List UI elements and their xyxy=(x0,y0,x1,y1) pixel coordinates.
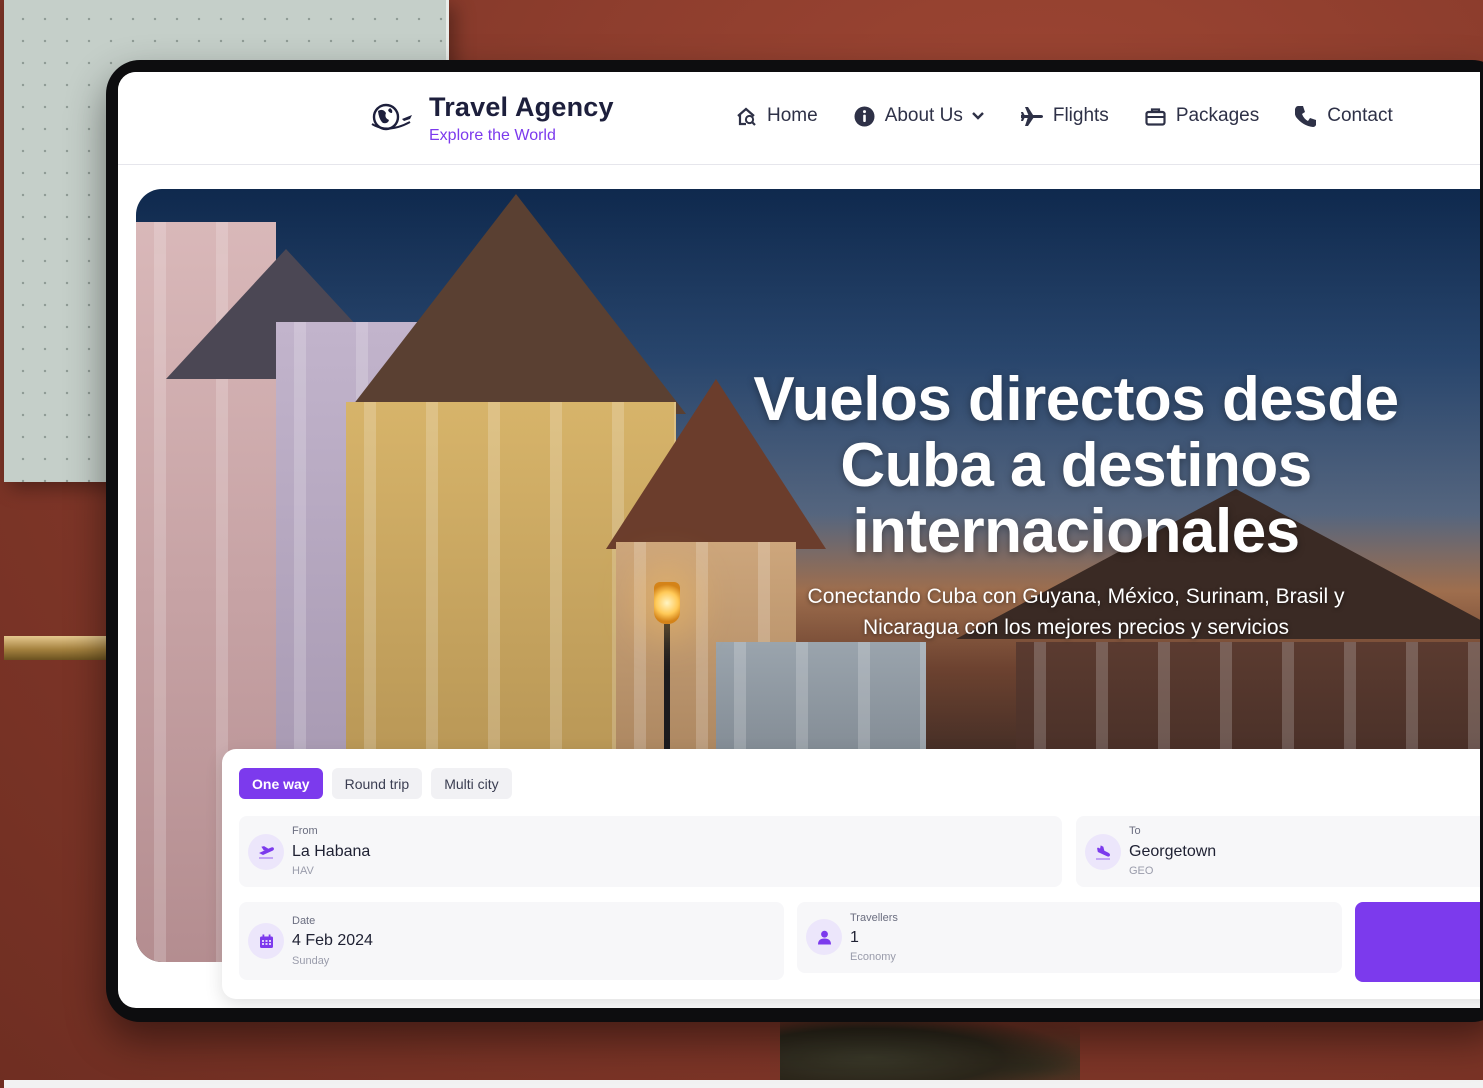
flight-search-card: One way Round trip Multi city From La Ha… xyxy=(222,749,1480,999)
from-code: HAV xyxy=(292,865,314,877)
calendar-icon xyxy=(248,923,284,959)
date-field[interactable]: Date 4 Feb 2024 Sunday xyxy=(239,902,784,980)
phone-icon xyxy=(1295,106,1317,127)
to-code: GEO xyxy=(1129,865,1154,877)
travel-class: Economy xyxy=(850,951,896,963)
date-label: Date xyxy=(292,915,316,927)
main-nav: Home About Us Flights Packages Contact xyxy=(736,105,1393,127)
street-lamp xyxy=(654,582,680,624)
travellers-field[interactable]: Travellers 1 Economy xyxy=(797,902,1342,973)
briefcase-icon xyxy=(1145,107,1166,126)
date-value: 4 Feb 2024 xyxy=(292,932,373,949)
site-header: Travel Agency Explore the World Home Abo xyxy=(118,72,1480,165)
nav-contact-label: Contact xyxy=(1327,105,1393,126)
tab-one-way[interactable]: One way xyxy=(239,768,323,799)
hero-title-line: internacionales xyxy=(852,497,1300,566)
to-field[interactable]: To Georgetown GEO xyxy=(1076,816,1480,887)
hero-subtitle-line: Conectando Cuba con Guyana, México, Suri… xyxy=(807,585,1345,608)
travellers-value: 1 xyxy=(850,929,859,946)
image-border xyxy=(4,1080,1483,1088)
from-label: From xyxy=(292,825,318,837)
date-day: Sunday xyxy=(292,955,330,967)
hero-subtitle: Conectando Cuba con Guyana, México, Suri… xyxy=(746,581,1406,643)
nav-flights[interactable]: Flights xyxy=(1020,105,1109,127)
hero-subtitle-line: Nicaragua con los mejores precios y serv… xyxy=(863,616,1289,639)
globe-plane-icon[interactable] xyxy=(368,100,414,134)
brand-tagline: Explore the World xyxy=(429,127,556,144)
website-screen: Travel Agency Explore the World Home Abo xyxy=(118,72,1480,1008)
plane-takeoff-icon xyxy=(248,834,284,870)
hero-title: Vuelos directos desde Cuba a destinos in… xyxy=(676,367,1476,565)
nav-flights-label: Flights xyxy=(1052,105,1109,126)
nav-contact[interactable]: Contact xyxy=(1295,105,1393,127)
nav-home[interactable]: Home xyxy=(736,105,818,127)
from-field[interactable]: From La Habana HAV xyxy=(239,816,1062,887)
trip-type-tabs: One way Round trip Multi city xyxy=(239,768,521,799)
info-icon xyxy=(854,106,875,126)
nav-packages-label: Packages xyxy=(1175,105,1260,126)
user-icon xyxy=(806,919,842,955)
search-button[interactable] xyxy=(1355,902,1480,982)
nav-home-label: Home xyxy=(767,105,818,126)
tab-round-trip[interactable]: Round trip xyxy=(331,768,423,799)
plant-leaves xyxy=(780,1012,1080,1088)
brand-name[interactable]: Travel Agency xyxy=(429,92,614,123)
tab-multi-city[interactable]: Multi city xyxy=(431,768,512,799)
to-value: Georgetown xyxy=(1129,843,1217,860)
plane-icon xyxy=(1020,106,1043,126)
nav-packages[interactable]: Packages xyxy=(1145,105,1259,127)
chevron-down-icon xyxy=(971,112,984,120)
hero-title-line: Vuelos directos desde xyxy=(753,365,1399,434)
nav-about-us[interactable]: About Us xyxy=(854,105,985,127)
from-value: La Habana xyxy=(292,843,371,860)
hero-title-line: Cuba a destinos xyxy=(840,431,1312,500)
plane-landing-icon xyxy=(1085,834,1121,870)
nav-about-us-label: About Us xyxy=(884,105,963,126)
to-label: To xyxy=(1129,825,1141,837)
travellers-label: Travellers xyxy=(850,912,898,924)
home-search-icon xyxy=(737,107,756,126)
